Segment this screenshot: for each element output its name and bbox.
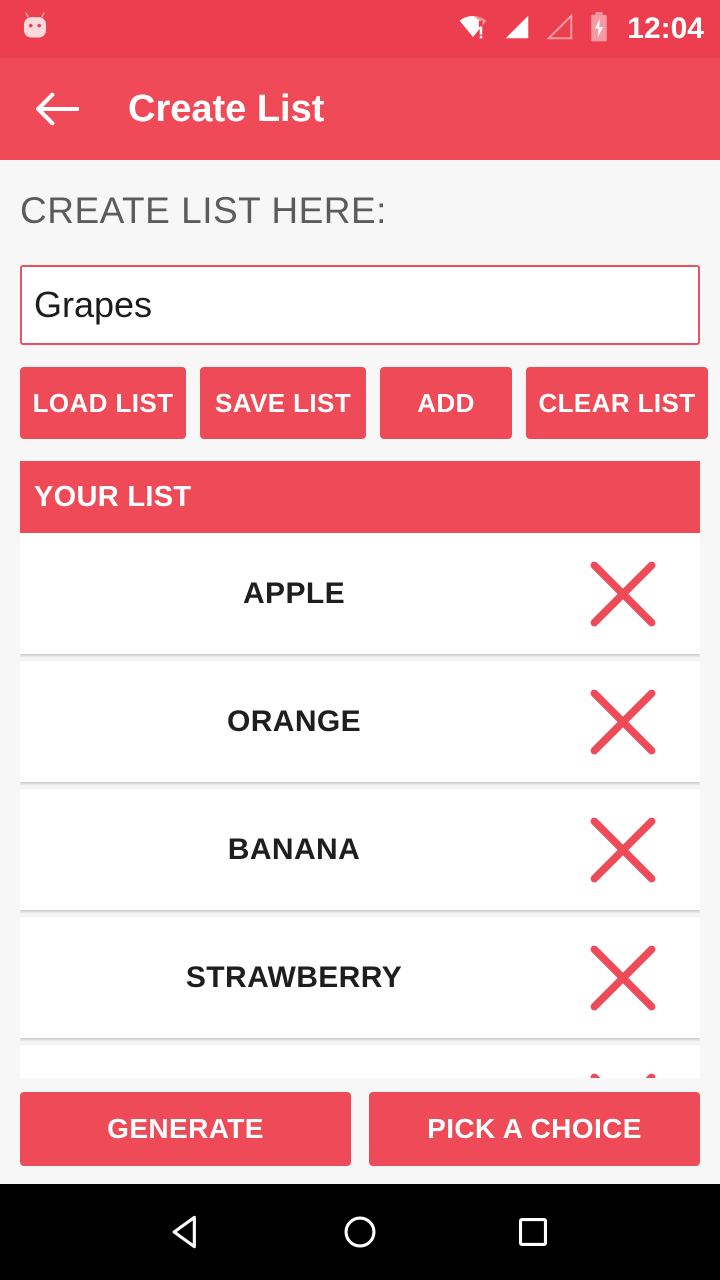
list-scroll-container[interactable]: APPLE ORANGE BANANA STRAWBERRY (20, 533, 700, 1078)
battery-charging-icon (588, 11, 610, 48)
signal-full-icon (502, 12, 532, 47)
delete-x-icon[interactable] (580, 807, 666, 893)
wifi-no-internet-icon (457, 12, 489, 47)
table-row[interactable]: BANANA (20, 789, 700, 910)
list-item-label: BANANA (227, 832, 361, 866)
table-row[interactable]: STRAWBERRY (20, 917, 700, 1038)
nav-recents-square-icon[interactable] (498, 1197, 568, 1267)
pick-a-choice-button[interactable]: PICK A CHOICE (369, 1092, 700, 1166)
list-item-input[interactable]: Grapes (20, 265, 700, 345)
list-item-label: STRAWBERRY (185, 960, 403, 994)
add-button[interactable]: ADD (380, 367, 512, 439)
delete-x-icon[interactable] (580, 551, 666, 637)
clear-list-button[interactable]: CLEAR LIST (526, 367, 708, 439)
list-header-label: YOUR LIST (34, 480, 192, 513)
app-toolbar: Create List (0, 58, 720, 160)
save-list-button[interactable]: SAVE LIST (200, 367, 366, 439)
status-bar-left (18, 10, 52, 49)
android-navigation-bar (0, 1184, 720, 1280)
action-button-row: LOAD LIST SAVE LIST ADD CLEAR LIST (20, 367, 708, 439)
bottom-button-row: GENERATE PICK A CHOICE (0, 1078, 720, 1184)
table-row[interactable] (20, 1045, 700, 1078)
status-bar: 12:04 (0, 0, 720, 58)
android-head-icon (18, 10, 52, 49)
list-item-label: ORANGE (226, 704, 362, 738)
section-label: CREATE LIST HERE: (20, 190, 387, 231)
signal-empty-icon (545, 12, 575, 47)
list-item-label: APPLE (242, 576, 346, 610)
status-bar-right: 12:04 (457, 11, 704, 48)
delete-x-icon[interactable] (580, 679, 666, 765)
delete-x-icon[interactable] (580, 935, 666, 1021)
main-content: CREATE LIST HERE: Grapes LOAD LIST SAVE … (0, 160, 720, 1078)
page-title: Create List (128, 88, 325, 130)
table-row[interactable]: APPLE (20, 533, 700, 654)
app-root: 12:04 Create List CREATE LIST HERE: Grap… (0, 0, 720, 1280)
load-list-button[interactable]: LOAD LIST (20, 367, 186, 439)
table-row[interactable]: ORANGE (20, 661, 700, 782)
nav-back-triangle-icon[interactable] (152, 1197, 222, 1267)
status-bar-clock: 12:04 (627, 12, 704, 45)
nav-home-circle-icon[interactable] (325, 1197, 395, 1267)
generate-button[interactable]: GENERATE (20, 1092, 351, 1166)
delete-x-icon[interactable] (580, 1063, 666, 1078)
back-arrow-icon[interactable] (34, 86, 80, 132)
list-header: YOUR LIST (20, 461, 700, 533)
list-item-input-value: Grapes (34, 284, 153, 325)
